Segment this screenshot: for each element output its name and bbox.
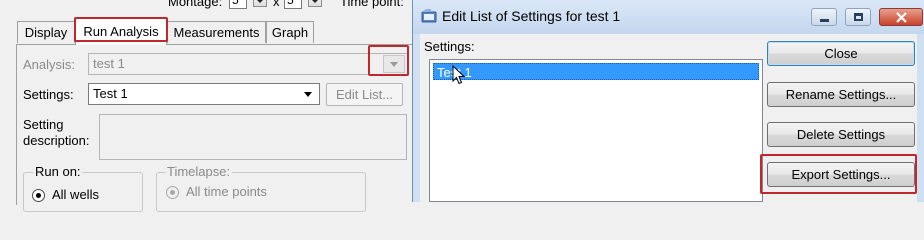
app-icon — [421, 9, 437, 23]
top-toolbar-strip: Montage: 5 x 5 Time point: — [0, 0, 414, 14]
close-icon — [896, 12, 907, 23]
setting-description-label: Setting description: — [23, 117, 90, 148]
list-item[interactable]: Test 1 — [433, 63, 759, 80]
tab-measurements[interactable]: Measurements — [167, 21, 266, 43]
dialog-title: Edit List of Settings for test 1 — [442, 8, 621, 24]
all-wells-radio[interactable] — [32, 189, 45, 202]
montage-y-input[interactable]: 5 — [284, 0, 302, 9]
tab-graph[interactable]: Graph — [266, 21, 314, 43]
main-window: Montage: 5 x 5 Time point: Display Run A… — [0, 0, 415, 212]
minimize-button[interactable] — [811, 8, 837, 26]
rename-settings-button[interactable]: Rename Settings... — [767, 82, 915, 107]
dropdown-highlight-box — [368, 45, 409, 76]
settings-label: Settings: — [23, 87, 74, 102]
edit-list-button: Edit List... — [326, 83, 403, 106]
settings-value: Test 1 — [93, 86, 128, 101]
chevron-down-icon[interactable] — [304, 92, 312, 97]
export-highlight-box — [760, 154, 917, 194]
timelapse-label: Timelapse: — [165, 164, 233, 179]
delete-settings-button[interactable]: Delete Settings — [767, 122, 915, 147]
timepoint-label: Time point: — [340, 0, 404, 9]
run-on-label: Run on: — [33, 164, 83, 179]
all-time-points-label: All time points — [186, 184, 267, 199]
close-window-button[interactable] — [879, 8, 923, 26]
montage-x-spin-button[interactable] — [253, 0, 267, 7]
settings-listbox[interactable]: Test 1 — [429, 59, 763, 202]
tab-highlight-box — [74, 17, 168, 42]
minimize-icon — [820, 19, 829, 22]
montage-y-spin-button[interactable] — [308, 0, 322, 7]
settings-dropdown[interactable]: Test 1 — [88, 83, 320, 105]
analysis-label: Analysis: — [23, 57, 76, 72]
edit-list-dialog: Edit List of Settings for test 1 Setting… — [412, 0, 924, 202]
tab-display[interactable]: Display — [17, 21, 75, 43]
maximize-icon — [854, 13, 863, 21]
analysis-value: test 1 — [93, 56, 125, 71]
maximize-button[interactable] — [845, 8, 871, 26]
dialog-settings-label: Settings: — [424, 39, 475, 54]
close-button[interactable]: Close — [767, 41, 915, 66]
dialog-titlebar[interactable]: Edit List of Settings for test 1 — [413, 0, 924, 34]
x-label: x — [273, 0, 280, 9]
dialog-client-area: Settings: Test 1 Close Rename Settings..… — [420, 34, 917, 202]
analysis-dropdown: test 1 — [88, 53, 408, 75]
all-wells-label[interactable]: All wells — [52, 187, 99, 202]
setting-description-box — [99, 114, 407, 160]
montage-x-input[interactable]: 5 — [229, 0, 247, 9]
mouse-cursor-icon — [452, 65, 465, 85]
montage-label: Montage: — [168, 0, 223, 9]
all-time-points-radio — [166, 186, 179, 199]
